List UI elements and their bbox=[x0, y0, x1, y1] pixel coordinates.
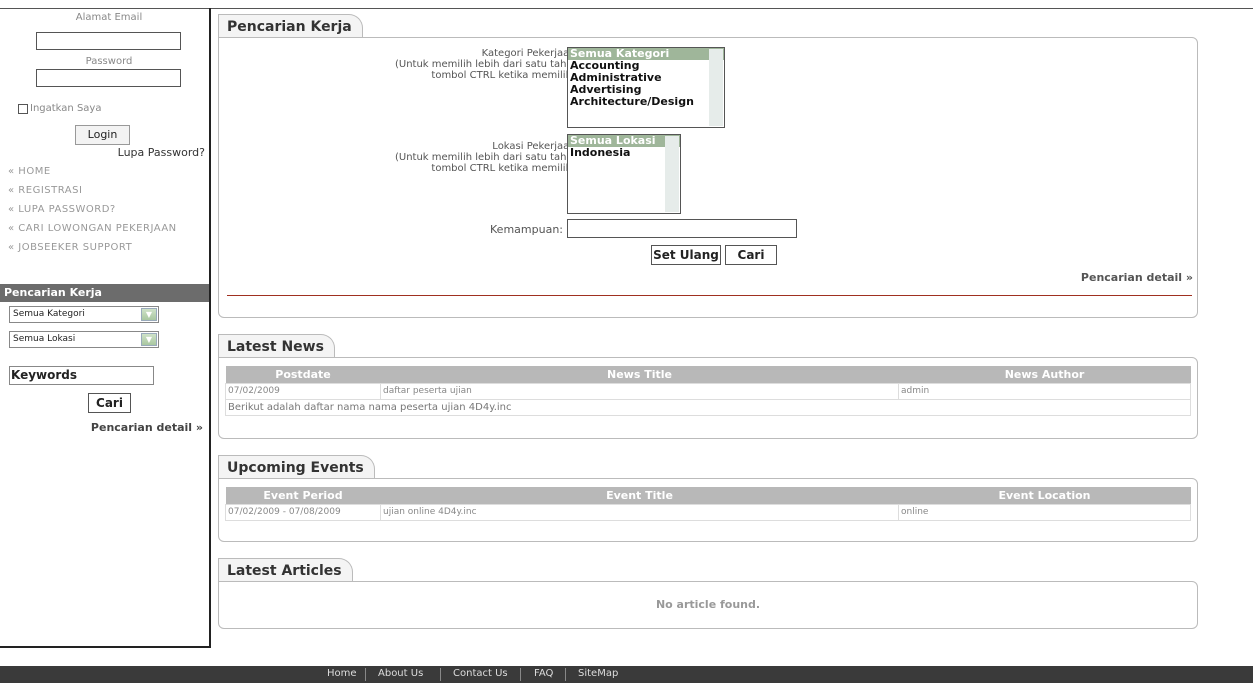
tab-upcoming-events: Upcoming Events bbox=[218, 455, 375, 478]
events-header-period: Event Period bbox=[225, 487, 381, 504]
chevron-down-icon: ▼ bbox=[141, 333, 157, 346]
news-header-date: Postdate bbox=[225, 366, 381, 383]
event-location: online bbox=[898, 503, 1191, 521]
table-row: Berikut adalah daftar nama nama peserta … bbox=[225, 398, 1191, 416]
skill-input[interactable] bbox=[567, 219, 797, 238]
no-articles-message: No article found. bbox=[655, 598, 761, 611]
events-header-location: Event Location bbox=[898, 487, 1191, 504]
location-list[interactable]: Semua Lokasi Indonesia bbox=[567, 134, 681, 214]
job-search-panel: Kategori Pekerjaan: (Untuk memilih lebih… bbox=[218, 37, 1198, 318]
tab-job-search: Pencarian Kerja bbox=[218, 14, 363, 37]
footer-link-about[interactable]: About Us bbox=[378, 668, 423, 679]
articles-panel: No article found. bbox=[218, 581, 1198, 629]
nav-jobseeker-support[interactable]: « JOBSEEKER SUPPORT bbox=[8, 242, 132, 253]
detail-search-link[interactable]: Pencarian detail » bbox=[1081, 271, 1193, 284]
email-label: Alamat Email bbox=[75, 12, 143, 23]
footer-link-faq[interactable]: FAQ bbox=[534, 668, 553, 679]
category-label: Kategori Pekerjaan: bbox=[481, 48, 579, 59]
sidebar-search-button[interactable]: Cari bbox=[88, 393, 131, 413]
divider bbox=[520, 668, 521, 681]
news-date: 07/02/2009 bbox=[225, 382, 381, 400]
remember-label: Ingatkan Saya bbox=[30, 103, 102, 114]
nav-home[interactable]: « HOME bbox=[8, 166, 51, 177]
sidebar-category-select[interactable]: Semua Kategori ▼ bbox=[9, 306, 159, 323]
news-header-author: News Author bbox=[898, 366, 1191, 383]
remember-me[interactable]: Ingatkan Saya bbox=[18, 103, 101, 114]
footer: Home About Us Contact Us FAQ SiteMap bbox=[0, 666, 1253, 683]
password-label: Password bbox=[85, 56, 133, 67]
divider bbox=[365, 668, 366, 681]
list-scrollbar[interactable] bbox=[665, 136, 679, 212]
footer-link-home[interactable]: Home bbox=[327, 668, 357, 679]
category-list[interactable]: Semua Kategori Accounting Administrative… bbox=[567, 47, 725, 128]
forgot-password-link[interactable]: Lupa Password? bbox=[118, 146, 205, 159]
events-panel: Event Period Event Title Event Location … bbox=[218, 478, 1198, 542]
news-header-title: News Title bbox=[380, 366, 899, 383]
divider bbox=[565, 668, 566, 681]
sidebar-search-title: Pencarian Kerja bbox=[0, 284, 209, 302]
list-item[interactable]: Architecture/Design bbox=[568, 96, 724, 108]
news-panel: Postdate News Title News Author 07/02/20… bbox=[218, 357, 1198, 439]
news-author: admin bbox=[898, 382, 1191, 400]
news-table: Postdate News Title News Author 07/02/20… bbox=[225, 366, 1191, 416]
location-hint-1: (Untuk memilih lebih dari satu tahan bbox=[394, 152, 579, 163]
sidebar-location-value: Semua Lokasi bbox=[13, 334, 76, 344]
table-row[interactable]: 07/02/2009 - 07/08/2009 ujian online 4D4… bbox=[225, 503, 1191, 521]
sidebar-category-value: Semua Kategori bbox=[13, 309, 85, 319]
sidebar: Alamat Email Password Ingatkan Saya Logi… bbox=[0, 8, 211, 648]
list-item[interactable]: Indonesia bbox=[568, 147, 680, 159]
password-field[interactable] bbox=[36, 69, 181, 87]
footer-link-contact[interactable]: Contact Us bbox=[453, 668, 508, 679]
category-hint-1: (Untuk memilih lebih dari satu tahan bbox=[394, 59, 579, 70]
divider bbox=[227, 295, 1192, 296]
footer-link-sitemap[interactable]: SiteMap bbox=[578, 668, 618, 679]
chevron-down-icon: ▼ bbox=[141, 308, 157, 321]
divider bbox=[440, 668, 441, 681]
tab-latest-news: Latest News bbox=[218, 334, 335, 357]
nav-registrasi[interactable]: « REGISTRASI bbox=[8, 185, 82, 196]
event-period: 07/02/2009 - 07/08/2009 bbox=[225, 503, 381, 521]
email-field[interactable] bbox=[36, 32, 181, 50]
category-hint-2: tombol CTRL ketika memilih.) bbox=[431, 70, 579, 81]
news-title[interactable]: daftar peserta ujian bbox=[380, 382, 899, 400]
keywords-input[interactable]: Keywords bbox=[9, 366, 154, 385]
news-summary: Berikut adalah daftar nama nama peserta … bbox=[225, 398, 1191, 416]
nav-cari-lowongan[interactable]: « CARI LOWONGAN PEKERJAAN bbox=[8, 223, 177, 234]
location-hint-2: tombol CTRL ketika memilih.) bbox=[431, 163, 579, 174]
reset-button[interactable]: Set Ulang bbox=[651, 245, 721, 265]
sidebar-detail-link[interactable]: Pencarian detail » bbox=[91, 421, 203, 434]
events-table: Event Period Event Title Event Location … bbox=[225, 487, 1191, 521]
event-title[interactable]: ujian online 4D4y.inc bbox=[380, 503, 899, 521]
list-scrollbar[interactable] bbox=[709, 49, 723, 126]
remember-checkbox[interactable] bbox=[18, 103, 28, 114]
search-button[interactable]: Cari bbox=[725, 245, 777, 265]
sidebar-location-select[interactable]: Semua Lokasi ▼ bbox=[9, 331, 159, 348]
tab-latest-articles: Latest Articles bbox=[218, 558, 353, 581]
login-button[interactable]: Login bbox=[75, 125, 130, 145]
table-row[interactable]: 07/02/2009 daftar peserta ujian admin bbox=[225, 382, 1191, 400]
events-header-title: Event Title bbox=[380, 487, 899, 504]
nav-lupa-password[interactable]: « LUPA PASSWORD? bbox=[8, 204, 116, 215]
skill-label: Kemampuan: bbox=[490, 223, 563, 236]
location-label: Lokasi Pekerjaan: bbox=[492, 141, 579, 152]
